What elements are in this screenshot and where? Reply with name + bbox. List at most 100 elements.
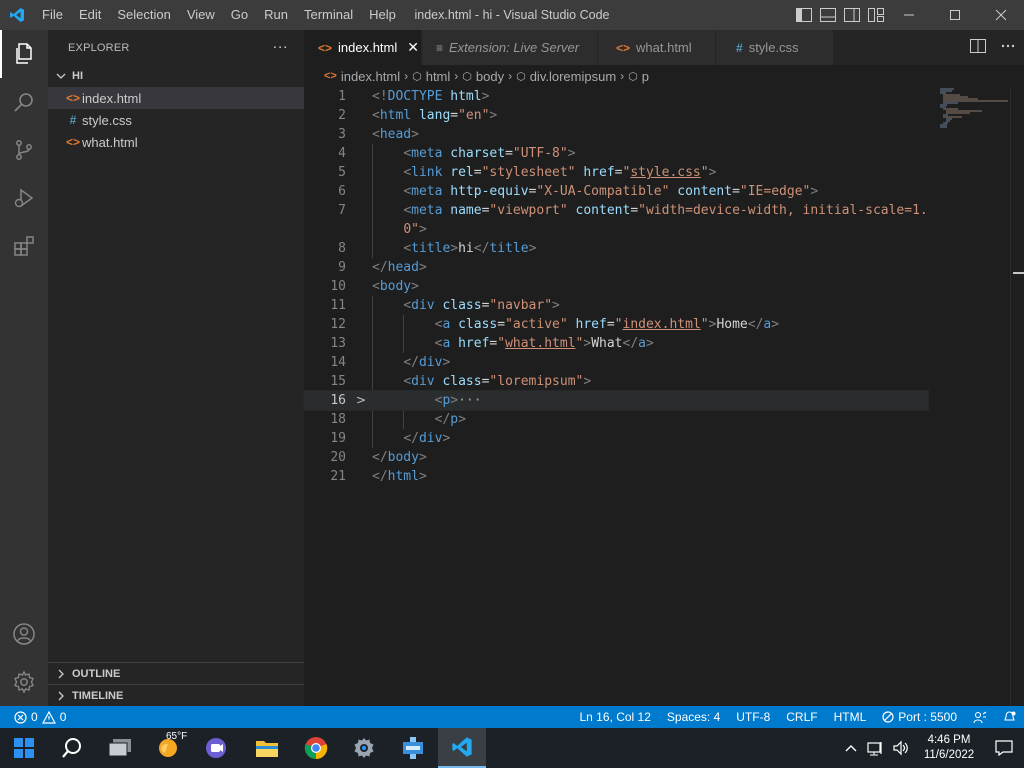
css-file-icon: # <box>69 113 77 127</box>
more-actions-icon[interactable]: ··· <box>272 38 288 55</box>
vertical-scrollbar[interactable] <box>1010 87 1024 706</box>
tab-label: index.html <box>338 40 398 55</box>
layout-controls <box>794 0 886 30</box>
extensions-icon[interactable] <box>0 222 48 270</box>
breadcrumb-body[interactable]: ⬡ body <box>462 69 504 84</box>
tab-style-css[interactable]: # style.css <box>716 30 834 65</box>
html-file-icon: <> <box>65 91 80 105</box>
folder-hi[interactable]: HI <box>48 65 304 87</box>
symbol-element-icon: ⬡ <box>462 70 472 83</box>
file-item-what-html[interactable]: <> what.html <box>48 131 304 153</box>
vscode-logo-icon[interactable] <box>0 0 34 30</box>
chevron-right-icon: › <box>454 69 459 83</box>
run-debug-icon[interactable] <box>0 174 48 222</box>
line-number: 9 <box>338 260 346 275</box>
source-control-icon[interactable] <box>0 126 48 174</box>
encoding[interactable]: UTF-8 <box>728 710 778 724</box>
file-label: index.html <box>82 90 142 106</box>
line-number: 7 <box>338 203 346 218</box>
volume-icon[interactable] <box>888 740 914 756</box>
line-number: 10 <box>330 279 346 294</box>
notifications-bell-icon[interactable] <box>995 710 1024 724</box>
tab-label: what.html <box>636 40 692 55</box>
feedback-icon[interactable] <box>965 711 995 724</box>
tab-extension-live-server[interactable]: ≡ Extension: Live Server <box>422 30 598 65</box>
file-item-style-css[interactable]: # style.css <box>48 109 304 131</box>
explorer-icon[interactable] <box>0 30 48 78</box>
maximize-icon[interactable] <box>932 0 978 30</box>
indentation[interactable]: Spaces: 4 <box>659 710 728 724</box>
chevron-up-icon[interactable] <box>838 744 864 752</box>
search-icon[interactable] <box>0 78 48 126</box>
outline-section[interactable]: OUTLINE <box>48 662 304 684</box>
folded-ellipsis[interactable]: ··· <box>458 393 481 408</box>
toggle-secondary-sidebar-icon[interactable] <box>842 5 862 25</box>
code-line: 10 <body> <box>304 277 944 296</box>
breadcrumb-label: p <box>641 68 649 84</box>
tab-what-html[interactable]: <> what.html <box>598 30 716 65</box>
split-editor-icon[interactable] <box>970 39 986 56</box>
outline-label: OUTLINE <box>72 667 121 680</box>
network-icon[interactable] <box>864 740 888 756</box>
weather-temperature: 65°F <box>166 731 188 742</box>
windows-start-icon[interactable] <box>0 728 48 768</box>
toggle-primary-sidebar-icon[interactable] <box>794 5 814 25</box>
tab-index-html[interactable]: <> index.html ✕ <box>304 30 422 65</box>
menu-selection[interactable]: Selection <box>109 0 178 30</box>
notification-center-icon[interactable] <box>984 740 1024 756</box>
minimap[interactable] <box>938 87 1010 706</box>
cursor-position[interactable]: Ln 16, Col 12 <box>572 710 659 724</box>
menu-terminal[interactable]: Terminal <box>296 0 361 30</box>
task-view-icon[interactable] <box>96 728 144 768</box>
fold-chevron-right-icon[interactable]: > <box>356 391 366 410</box>
line-number: 5 <box>338 165 346 180</box>
breadcrumb-label: html <box>425 68 451 84</box>
error-icon <box>14 710 27 724</box>
vscode-taskbar-icon[interactable] <box>438 728 486 768</box>
menu-edit[interactable]: Edit <box>71 0 109 30</box>
network-app-icon[interactable] <box>389 728 437 768</box>
file-label: style.css <box>82 112 132 128</box>
menu-view[interactable]: View <box>179 0 223 30</box>
settings-gear-icon[interactable] <box>340 728 388 768</box>
file-item-index-html[interactable]: <> index.html <box>48 87 304 109</box>
problems-indicator[interactable]: 0 0 <box>0 710 66 724</box>
teams-chat-icon[interactable] <box>192 728 240 768</box>
file-label: what.html <box>82 134 138 150</box>
accounts-icon[interactable] <box>0 610 48 658</box>
search-icon[interactable] <box>48 728 96 768</box>
close-tab-icon[interactable]: ✕ <box>407 39 419 56</box>
timeline-section[interactable]: TIMELINE <box>48 684 304 706</box>
warning-count: 0 <box>59 710 67 724</box>
chrome-browser-icon[interactable] <box>292 728 340 768</box>
minimize-icon[interactable] <box>886 0 932 30</box>
language-mode[interactable]: HTML <box>826 710 875 724</box>
more-actions-icon[interactable] <box>1000 39 1016 56</box>
manage-gear-icon[interactable] <box>0 658 48 706</box>
menu-run[interactable]: Run <box>256 0 296 30</box>
breadcrumb-label: index.html <box>340 68 401 84</box>
file-explorer-icon[interactable] <box>243 728 291 768</box>
breadcrumb-p[interactable]: ⬡ p <box>628 69 649 84</box>
menu-file[interactable]: File <box>34 0 71 30</box>
code-editor[interactable]: 1 <!DOCTYPE html> 2 <html lang="en"> 3 <hea… <box>303 87 1024 706</box>
activity-bar <box>0 30 48 706</box>
breadcrumb-file[interactable]: <> index.html <box>324 69 400 84</box>
chevron-right-icon: › <box>620 69 625 83</box>
explorer-header: EXPLORER ··· <box>48 30 304 65</box>
close-window-icon[interactable] <box>978 0 1024 30</box>
breadcrumb-div[interactable]: ⬡ div.loremipsum <box>516 69 616 84</box>
breadcrumb-html[interactable]: ⬡ html <box>412 69 450 84</box>
menu-help[interactable]: Help <box>361 0 404 30</box>
line-number: 11 <box>330 298 346 313</box>
clock[interactable]: 4:46 PM 11/6/2022 <box>914 733 984 763</box>
menu-go[interactable]: Go <box>223 0 256 30</box>
code-line: 20 </body> <box>304 448 944 467</box>
html-file-icon: <> <box>318 40 333 55</box>
live-server-port[interactable]: Port : 5500 <box>874 710 965 724</box>
customize-layout-icon[interactable] <box>866 5 886 25</box>
chevron-right-icon <box>54 691 68 701</box>
toggle-panel-icon[interactable] <box>818 5 838 25</box>
warning-icon <box>41 710 56 724</box>
end-of-line[interactable]: CRLF <box>778 710 825 724</box>
